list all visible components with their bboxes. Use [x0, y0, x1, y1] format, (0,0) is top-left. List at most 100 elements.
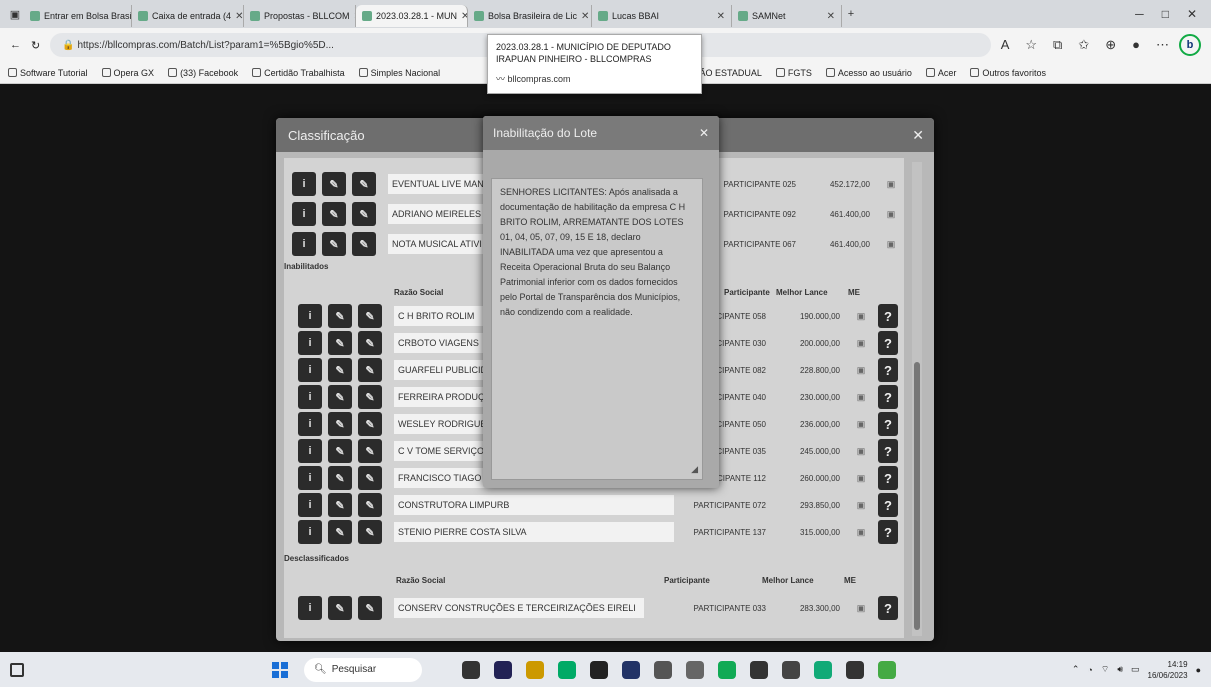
info-icon[interactable]: i: [298, 385, 322, 409]
photos-icon[interactable]: [750, 660, 768, 679]
attachment-icon[interactable]: ✎: [328, 439, 352, 463]
star-icon[interactable]: ☆: [1025, 37, 1037, 53]
info-icon[interactable]: i: [298, 439, 322, 463]
me-checkbox-icon[interactable]: ▣: [850, 365, 872, 376]
info-icon[interactable]: i: [298, 358, 322, 382]
help-button[interactable]: ?: [878, 304, 898, 328]
close-icon[interactable]: ✕: [699, 126, 709, 140]
bookmark-item[interactable]: Opera GX: [101, 68, 154, 78]
bing-icon[interactable]: b: [1179, 34, 1201, 56]
chat-icon[interactable]: [494, 660, 512, 679]
tab-7[interactable]: SAMNet ✕: [732, 5, 842, 27]
document-icon[interactable]: ✎: [358, 466, 382, 490]
media-icon[interactable]: [590, 660, 608, 679]
maximize-icon[interactable]: □: [1162, 7, 1169, 21]
extensions-icon[interactable]: ⧉: [1053, 37, 1062, 53]
tab-3[interactable]: Propostas - BLLCOM✕: [244, 5, 356, 27]
info-icon[interactable]: i: [292, 172, 316, 196]
info-icon[interactable]: i: [298, 466, 322, 490]
document-icon[interactable]: ✎: [358, 358, 382, 382]
more-icon[interactable]: ⋯: [1156, 37, 1169, 53]
document-icon[interactable]: ✎: [358, 331, 382, 355]
me-checkbox-icon[interactable]: ▣: [850, 473, 872, 484]
minimize-icon[interactable]: ─: [1135, 7, 1144, 21]
document-icon[interactable]: ✎: [352, 172, 376, 196]
me-checkbox-icon[interactable]: ▣: [850, 392, 872, 403]
attachment-icon[interactable]: ✎: [328, 493, 352, 517]
network-icon[interactable]: ◔: [1087, 665, 1092, 675]
task-view-icon[interactable]: [462, 660, 480, 679]
tab-4-active[interactable]: 2023.03.28.1 - MUN✕: [356, 5, 468, 27]
app-icon[interactable]: [846, 660, 864, 679]
new-tab-icon[interactable]: +: [842, 5, 860, 23]
me-checkbox-icon[interactable]: ▣: [850, 500, 872, 511]
me-checkbox-icon[interactable]: ▣: [880, 209, 902, 220]
document-icon[interactable]: ✎: [352, 232, 376, 256]
profile-icon[interactable]: ●: [1132, 37, 1140, 53]
attachment-icon[interactable]: ✎: [328, 466, 352, 490]
bookmark-item[interactable]: Simples Nacional: [358, 68, 440, 78]
close-window-icon[interactable]: ✕: [1187, 7, 1197, 21]
collections-icon[interactable]: ⊕: [1105, 37, 1116, 53]
info-icon[interactable]: i: [292, 202, 316, 226]
settings-icon[interactable]: [654, 660, 672, 679]
battery-icon[interactable]: ▭: [1131, 664, 1140, 675]
help-button[interactable]: ?: [878, 358, 898, 382]
bookmark-item[interactable]: Certidão Trabalhista: [252, 68, 345, 78]
chrome-icon[interactable]: [718, 660, 736, 679]
read-aloud-icon[interactable]: A: [1001, 37, 1010, 53]
attachment-icon[interactable]: ✎: [328, 412, 352, 436]
opera-icon[interactable]: [782, 660, 800, 679]
document-icon[interactable]: ✎: [352, 202, 376, 226]
windows-start-icon[interactable]: [272, 661, 288, 678]
justification-textarea[interactable]: SENHORES LICITANTES: Após analisada a do…: [491, 178, 703, 480]
attachment-icon[interactable]: ✎: [322, 232, 346, 256]
document-icon[interactable]: ✎: [358, 520, 382, 544]
document-icon[interactable]: ✎: [358, 439, 382, 463]
me-checkbox-icon[interactable]: ▣: [880, 239, 902, 250]
widgets-icon[interactable]: [10, 662, 24, 677]
me-checkbox-icon[interactable]: ▣: [850, 338, 872, 349]
help-button[interactable]: ?: [878, 412, 898, 436]
info-icon[interactable]: i: [298, 331, 322, 355]
close-icon[interactable]: ✕: [461, 11, 467, 22]
chevron-up-icon[interactable]: ⌃: [1072, 664, 1080, 675]
resize-handle-icon[interactable]: ◢: [691, 462, 698, 477]
notification-icon[interactable]: ●: [1196, 665, 1201, 675]
attachment-icon[interactable]: ✎: [328, 520, 352, 544]
help-button[interactable]: ?: [878, 596, 898, 620]
scrollbar-thumb[interactable]: [914, 362, 920, 630]
attachment-icon[interactable]: ✎: [328, 304, 352, 328]
close-icon[interactable]: ✕: [717, 11, 725, 22]
help-button[interactable]: ?: [878, 493, 898, 517]
info-icon[interactable]: i: [298, 520, 322, 544]
info-icon[interactable]: i: [298, 304, 322, 328]
me-checkbox-icon[interactable]: ▣: [850, 446, 872, 457]
tab-1[interactable]: Entrar em Bolsa Brasi✕: [24, 5, 132, 27]
back-icon[interactable]: ←: [10, 39, 21, 51]
whatsapp-icon[interactable]: [814, 660, 832, 679]
info-icon[interactable]: i: [298, 596, 322, 620]
me-checkbox-icon[interactable]: ▣: [850, 527, 872, 538]
me-checkbox-icon[interactable]: ▣: [880, 179, 902, 190]
attachment-icon[interactable]: ✎: [328, 385, 352, 409]
help-button[interactable]: ?: [878, 466, 898, 490]
refresh-icon[interactable]: ↻: [31, 39, 40, 52]
help-button[interactable]: ?: [878, 439, 898, 463]
attachment-icon[interactable]: ✎: [328, 358, 352, 382]
info-icon[interactable]: i: [298, 412, 322, 436]
close-icon[interactable]: ✕: [827, 11, 835, 22]
store-icon[interactable]: [622, 660, 640, 679]
scrollbar[interactable]: [912, 162, 922, 636]
bookmark-item[interactable]: Acesso ao usuário: [825, 68, 912, 78]
document-icon[interactable]: ✎: [358, 385, 382, 409]
help-button[interactable]: ?: [878, 385, 898, 409]
tab-2[interactable]: Caixa de entrada (4 ✕: [132, 5, 244, 27]
document-icon[interactable]: ✎: [358, 596, 382, 620]
close-icon[interactable]: ✕: [912, 127, 924, 144]
excel-icon[interactable]: [878, 660, 896, 679]
close-icon[interactable]: ✕: [581, 11, 589, 22]
tab-5[interactable]: Bolsa Brasileira de Lic ✕: [468, 5, 592, 27]
bookmark-item[interactable]: (33) Facebook: [168, 68, 238, 78]
file-explorer-icon[interactable]: [526, 660, 544, 679]
